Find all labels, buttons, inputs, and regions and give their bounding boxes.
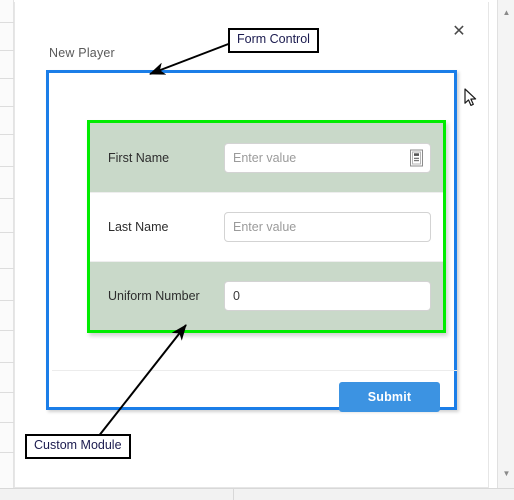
uniform-number-input[interactable]: 0 <box>224 281 431 311</box>
page-title: New Player <box>49 46 115 60</box>
contact-card-icon[interactable] <box>410 149 423 166</box>
annotation-form-control: Form Control <box>228 28 319 53</box>
background-bottom-edge <box>0 488 514 500</box>
annotation-custom-module: Custom Module <box>25 434 131 459</box>
scroll-down-icon[interactable]: ▼ <box>498 465 514 482</box>
footer-divider <box>52 370 457 371</box>
custom-module-region: First Name Enter value Last Name Enter v… <box>87 120 446 333</box>
form-control-region: First Name Enter value Last Name Enter v… <box>46 70 457 412</box>
last-name-label: Last Name <box>108 220 169 234</box>
uniform-number-label: Uniform Number <box>108 289 200 303</box>
field-row: Last Name Enter value <box>90 192 443 261</box>
screenshot-root: ✕ New Player First Name Enter value Last… <box>0 0 514 500</box>
field-row: Uniform Number 0 <box>90 261 443 330</box>
vertical-scrollbar[interactable]: ▲ ▼ <box>497 0 514 488</box>
uniform-number-value: 0 <box>233 289 240 303</box>
last-name-input[interactable]: Enter value <box>224 212 431 242</box>
last-name-placeholder: Enter value <box>233 220 297 234</box>
new-player-modal: ✕ New Player First Name Enter value Last… <box>14 2 489 488</box>
first-name-placeholder: Enter value <box>233 150 297 165</box>
submit-button[interactable]: Submit <box>339 382 440 412</box>
close-icon[interactable]: ✕ <box>450 22 468 40</box>
background-left-strip <box>0 0 14 488</box>
field-row: First Name Enter value <box>90 123 443 192</box>
first-name-input[interactable]: Enter value <box>224 142 431 173</box>
scroll-up-icon[interactable]: ▲ <box>498 4 514 21</box>
first-name-label: First Name <box>108 150 170 165</box>
